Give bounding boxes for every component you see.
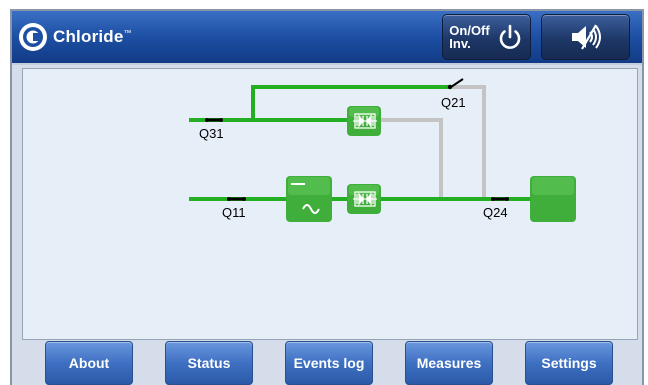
measures-button[interactable]: Measures [405,341,493,385]
about-button[interactable]: About [45,341,133,385]
power-icon [499,24,520,49]
brand-tm: ™ [123,28,132,38]
bypass-static-switch-block[interactable] [347,106,381,136]
chloride-logo-icon [19,23,47,51]
switch-q31[interactable] [205,118,223,122]
mute-buzzer-button[interactable] [541,14,630,60]
ups-synoptic-diagram [189,78,576,222]
header-bar: Chloride™ On/Off Inv. [12,11,642,65]
inverter-static-switch-block[interactable] [347,184,381,214]
on-off-label: On/Off Inv. [449,23,490,51]
switch-label-q24: Q24 [483,205,508,220]
on-off-inverter-button[interactable]: On/Off Inv. [442,14,531,60]
switch-label-q31: Q31 [199,126,224,141]
status-button[interactable]: Status [165,341,253,385]
load-block[interactable] [530,176,576,222]
events-log-button[interactable]: Events log [285,341,373,385]
brand-logo: Chloride™ [18,22,132,52]
switch-label-q21: Q21 [441,95,466,110]
ups-screen: Chloride™ On/Off Inv. Q31 Q21 Q11 Q24 Ab… [10,9,644,385]
switch-label-q11: Q11 [222,205,246,220]
switch-q24[interactable] [491,197,509,201]
synoptic-panel: Q31 Q21 Q11 Q24 [22,68,638,340]
settings-button[interactable]: Settings [525,341,613,385]
switch-q11[interactable] [227,197,246,201]
rectifier-block[interactable] [286,176,332,222]
speaker-muted-icon [571,24,601,50]
brand-name: Chloride [53,27,124,46]
